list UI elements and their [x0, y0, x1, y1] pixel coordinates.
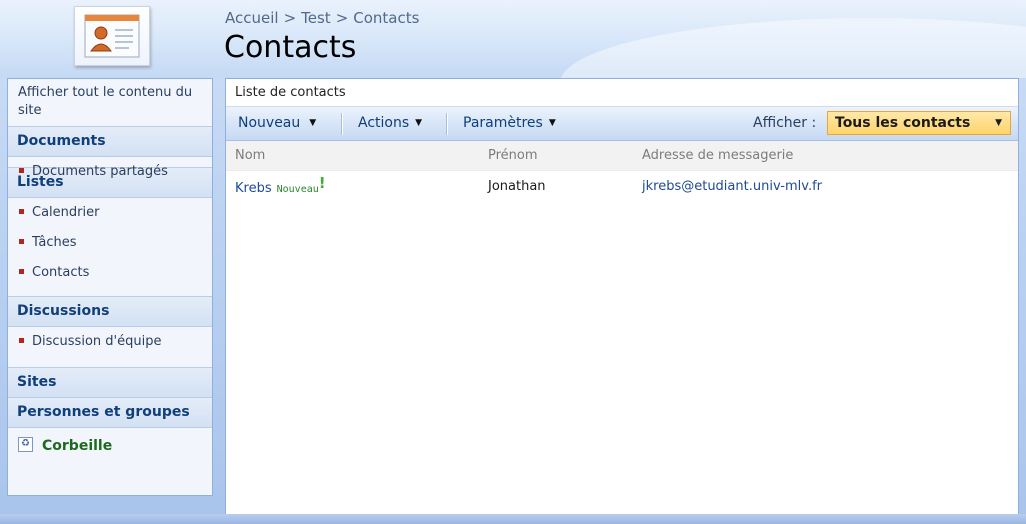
site-logo[interactable]: [74, 6, 150, 66]
nav-item-team-discussion[interactable]: Discussion d'équipe: [8, 327, 212, 357]
nav-header-people-groups[interactable]: Personnes et groupes: [8, 398, 212, 428]
new-item-exclamation-icon: !: [318, 174, 326, 192]
nav-item-label: Calendrier: [32, 205, 100, 220]
toolbar-separator: [446, 113, 447, 135]
breadcrumb-test-link[interactable]: Test: [301, 9, 331, 27]
bullet-icon: [19, 338, 24, 343]
nav-item-label: Discussion d'équipe: [32, 334, 162, 349]
page-footer-strip: [0, 514, 1026, 524]
header-decoration: [560, 18, 1026, 78]
recycle-bin-link[interactable]: ♻ Corbeille: [8, 428, 212, 464]
view-label: Afficher :: [753, 115, 817, 131]
list-title: Liste de contacts: [226, 79, 1018, 107]
nav-header-documents[interactable]: Documents: [8, 127, 212, 157]
actions-menu-button[interactable]: Actions ▼: [358, 107, 422, 140]
nav-item-calendar[interactable]: Calendrier: [8, 198, 212, 228]
nav-group-documents: Documents Documents partagés: [8, 127, 212, 179]
toolbar-separator: [341, 113, 342, 135]
view-all-content-link[interactable]: Afficher tout le contenu du site: [8, 79, 212, 127]
nav-header-sites[interactable]: Sites: [8, 368, 212, 398]
list-toolbar: Nouveau ▼ Actions ▼ Paramètres ▼ Afficher :…: [226, 107, 1018, 141]
breadcrumb-home-link[interactable]: Accueil: [225, 9, 279, 27]
page-title: Contacts: [224, 30, 357, 65]
column-header-prenom[interactable]: Prénom: [488, 141, 538, 170]
settings-menu-label: Paramètres: [463, 115, 543, 131]
breadcrumb-current: Contacts: [353, 9, 420, 27]
dropdown-arrow-icon: ▼: [309, 118, 317, 128]
recycle-bin-icon: ♻: [18, 436, 33, 452]
column-header-nom[interactable]: Nom: [235, 141, 265, 170]
list-panel: Liste de contacts Nouveau ▼ Actions ▼ Para…: [225, 78, 1019, 515]
nav-group-discussions: Discussion d'équipe: [8, 327, 212, 368]
nav-group-lists: Calendrier Tâches Contacts: [8, 198, 212, 297]
page-header: Accueil > Test > Contacts Contacts: [0, 0, 1026, 78]
cell-email: jkrebs@etudiant.univ-mlv.fr: [642, 171, 822, 203]
nav-item-contacts[interactable]: Contacts: [8, 258, 212, 288]
nav-item-tasks[interactable]: Tâches: [8, 228, 212, 258]
breadcrumb: Accueil > Test > Contacts: [225, 9, 419, 27]
view-selected-value: Tous les contacts: [835, 115, 971, 131]
cell-prenom: Jonathan: [488, 179, 546, 194]
dropdown-arrow-icon: ▼: [548, 118, 556, 128]
nav-item-label: Contacts: [32, 265, 90, 280]
dropdown-arrow-icon: ▼: [995, 118, 1002, 128]
cell-nom: Krebs Nouveau!: [235, 171, 326, 206]
quick-launch-nav: Afficher tout le contenu du site Documen…: [7, 78, 213, 496]
actions-menu-label: Actions: [358, 115, 410, 131]
nav-item-label: Tâches: [32, 235, 77, 250]
bullet-icon: [19, 209, 24, 214]
column-header-row: Nom Prénom Adresse de messagerie: [226, 141, 1018, 171]
breadcrumb-separator: >: [335, 9, 349, 27]
new-menu-button[interactable]: Nouveau ▼: [238, 107, 316, 140]
recycle-bin-label: Corbeille: [42, 438, 113, 454]
bullet-icon: [19, 269, 24, 274]
bullet-icon: [19, 239, 24, 244]
dropdown-arrow-icon: ▼: [415, 118, 423, 128]
contact-card-icon: [84, 14, 140, 58]
breadcrumb-separator: >: [283, 9, 297, 27]
contact-name-link[interactable]: Krebs: [235, 181, 272, 196]
new-menu-label: Nouveau: [238, 115, 301, 131]
email-link[interactable]: jkrebs@etudiant.univ-mlv.fr: [642, 179, 822, 194]
bullet-icon: [19, 168, 24, 173]
table-row: Krebs Nouveau! Jonathan jkrebs@etudiant.u…: [226, 171, 1018, 203]
new-item-badge: Nouveau: [276, 184, 319, 195]
view-selector[interactable]: Tous les contacts ▼: [827, 111, 1011, 135]
nav-header-discussions[interactable]: Discussions: [8, 297, 212, 327]
column-header-email[interactable]: Adresse de messagerie: [642, 141, 793, 170]
settings-menu-button[interactable]: Paramètres ▼: [463, 107, 556, 140]
